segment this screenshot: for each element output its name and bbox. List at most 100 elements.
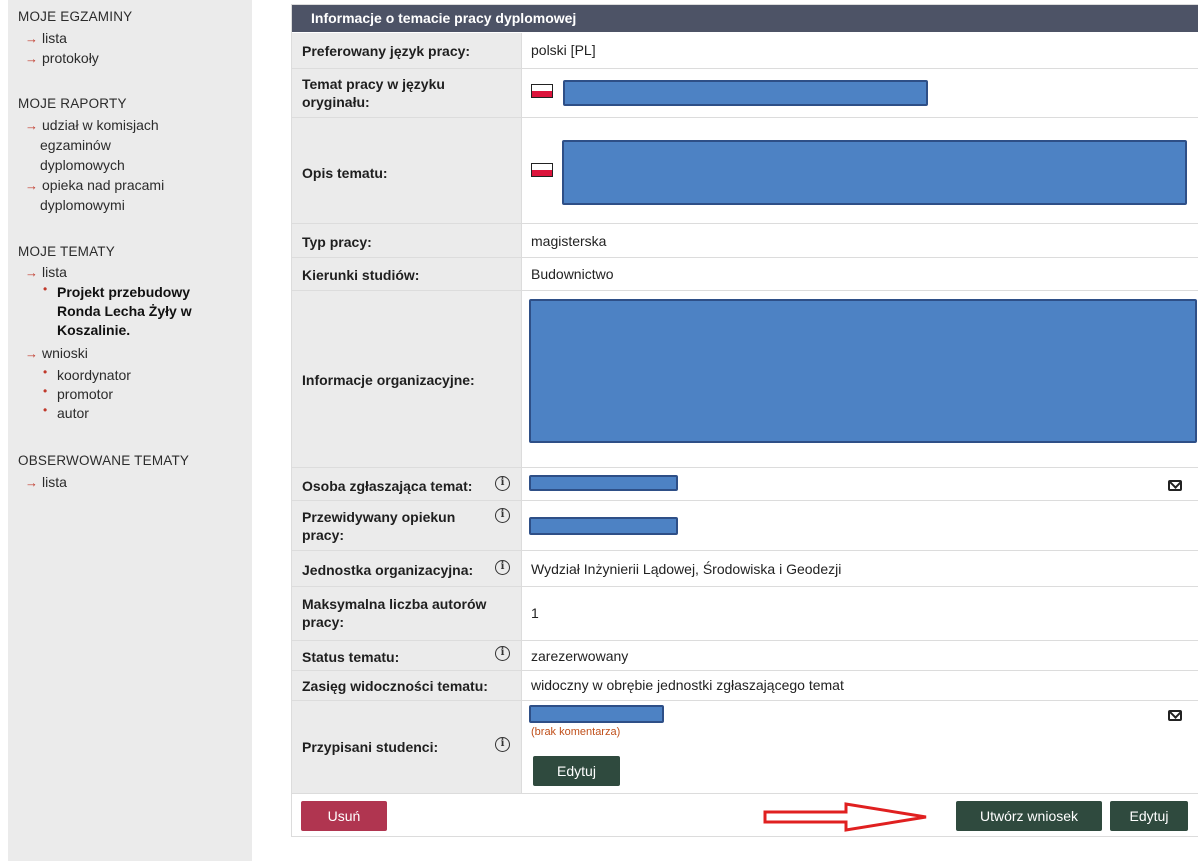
redacted-topic-title xyxy=(563,80,928,106)
row-label-cell: Kierunki studiów: xyxy=(292,258,522,290)
label-info-org: Informacje organizacyjne: xyxy=(302,372,475,388)
row-zasieg: Zasięg widoczności tematu: widoczny w ob… xyxy=(292,671,1198,701)
label-opiekun-cont: pracy: xyxy=(302,527,345,543)
info-icon[interactable]: i xyxy=(495,646,510,661)
info-icon[interactable]: i xyxy=(495,737,510,752)
row-label-cell: Preferowany język pracy: xyxy=(292,33,522,68)
row-opis: Opis tematu: xyxy=(292,118,1198,224)
annotation-arrow-icon xyxy=(763,802,927,832)
row-kierunki: Kierunki studiów: Budownictwo xyxy=(292,258,1198,291)
row-label-cell: Przewidywany opiekun pracy: i xyxy=(292,501,522,550)
label-status: Status tematu: xyxy=(302,649,400,665)
arrow-right-icon: → xyxy=(25,346,38,361)
row-osoba: Osoba zgłaszająca temat: i xyxy=(292,468,1198,501)
label-zasieg: Zasięg widoczności tematu: xyxy=(302,678,488,694)
redacted-supervisor xyxy=(529,517,678,535)
value-typ: magisterska xyxy=(531,233,607,249)
edit-button[interactable]: Edytuj xyxy=(1110,801,1188,831)
row-typ: Typ pracy: magisterska xyxy=(292,224,1198,258)
flag-pl-icon xyxy=(531,163,553,177)
row-label-cell: Typ pracy: xyxy=(292,224,522,257)
arrow-right-icon: → xyxy=(25,475,38,490)
sidebar-link-wnioski[interactable]: → wnioski xyxy=(25,343,88,364)
sidebar-link-protokoly[interactable]: → protokoły xyxy=(25,48,99,69)
value-kierunki: Budownictwo xyxy=(531,266,614,282)
delete-button[interactable]: Usuń xyxy=(301,801,387,831)
arrow-right-icon: → xyxy=(25,178,38,193)
sidebar-item-promotor[interactable]: • promotor xyxy=(43,384,113,404)
arrow-right-icon: → xyxy=(25,265,38,280)
label-opiekun: Przewidywany opiekun xyxy=(302,509,456,525)
info-icon[interactable]: i xyxy=(495,508,510,523)
row-temat: Temat pracy w języku oryginału: xyxy=(292,69,1198,118)
value-status: zarezerwowany xyxy=(531,648,629,664)
label-jezyk: Preferowany język pracy: xyxy=(302,43,471,59)
sidebar-item-koordynator[interactable]: • koordynator xyxy=(43,365,131,385)
label-temat-cont: oryginału: xyxy=(302,94,370,110)
arrow-right-icon: → xyxy=(25,51,38,66)
arrow-right-icon: → xyxy=(25,118,38,133)
section-title-tematy: MOJE TEMATY xyxy=(18,244,115,259)
value-zasieg: widoczny w obrębie jednostki zgłaszające… xyxy=(531,677,844,693)
sidebar: MOJE EGZAMINY → lista → protokoły MOJE RAP… xyxy=(8,0,252,861)
info-icon[interactable]: i xyxy=(495,560,510,575)
redacted-student xyxy=(529,705,664,723)
sidebar-link-obserwowane-lista[interactable]: → lista xyxy=(25,472,67,493)
sidebar-item-autor[interactable]: • autor xyxy=(43,403,89,423)
row-label-cell: Zasięg widoczności tematu: xyxy=(292,671,522,700)
panel-title: Informacje o temacie pracy dyplomowej xyxy=(311,10,577,26)
row-label-cell: Informacje organizacyjne: xyxy=(292,291,522,467)
info-icon[interactable]: i xyxy=(495,476,510,491)
section-title-raporty: MOJE RAPORTY xyxy=(18,96,127,111)
row-label-cell: Przypisani studenci: i xyxy=(292,701,522,793)
sidebar-link-opieka-cont[interactable]: dyplomowymi xyxy=(40,195,125,215)
sidebar-link-udzial-komisje-cont[interactable]: dyplomowych xyxy=(40,155,125,175)
row-label-cell: Jednostka organizacyjna: i xyxy=(292,551,522,586)
bullet-icon: • xyxy=(43,403,48,417)
student-comment: (brak komentarza) xyxy=(531,726,621,738)
row-status: Status tematu: i zarezerwowany xyxy=(292,641,1198,671)
label-kierunki: Kierunki studiów: xyxy=(302,267,420,283)
sidebar-current-topic[interactable]: • Projekt przebudowy Ronda Lecha Żyły w … xyxy=(43,282,192,340)
label-typ: Typ pracy: xyxy=(302,234,372,250)
sidebar-link-udzial-komisje[interactable]: → udział w komisjach xyxy=(25,115,159,136)
row-label-cell: Status tematu: i xyxy=(292,641,522,670)
row-jezyk: Preferowany język pracy: polski [PL] xyxy=(292,33,1198,69)
section-title-egzaminy: MOJE EGZAMINY xyxy=(18,9,133,24)
mail-icon[interactable] xyxy=(1168,710,1182,721)
sidebar-link-opieka[interactable]: → opieka nad pracami xyxy=(25,175,164,196)
panel-header: Informacje o temacie pracy dyplomowej xyxy=(292,5,1198,32)
bullet-icon: • xyxy=(43,365,48,379)
row-info-org: Informacje organizacyjne: xyxy=(292,291,1198,468)
value-jednostka: Wydział Inżynierii Lądowej, Środowiska i… xyxy=(531,561,842,577)
flag-pl-icon xyxy=(531,84,553,98)
label-jednostka: Jednostka organizacyjna: xyxy=(302,562,474,578)
section-title-obserwowane: OBSERWOWANE TEMATY xyxy=(18,453,190,468)
label-temat: Temat pracy w języku xyxy=(302,76,445,92)
label-osoba: Osoba zgłaszająca temat: xyxy=(302,478,473,494)
bullet-icon: • xyxy=(43,384,48,398)
arrow-right-icon: → xyxy=(25,31,38,46)
row-studenci: Przypisani studenci: i (brak komentarza)… xyxy=(292,701,1198,794)
row-label-cell: Temat pracy w języku oryginału: xyxy=(292,69,522,117)
sidebar-link-egzaminy-lista[interactable]: → lista xyxy=(25,28,67,49)
value-maks: 1 xyxy=(531,605,539,621)
edit-students-button[interactable]: Edytuj xyxy=(533,756,620,786)
redacted-topic-description xyxy=(562,140,1187,205)
row-maks: Maksymalna liczba autorów pracy: 1 xyxy=(292,587,1198,641)
row-label-cell: Osoba zgłaszająca temat: i xyxy=(292,468,522,500)
bullet-icon: • xyxy=(43,282,48,296)
label-maks-cont: pracy: xyxy=(302,614,345,630)
value-jezyk: polski [PL] xyxy=(531,42,596,58)
label-studenci: Przypisani studenci: xyxy=(302,739,439,755)
row-label-cell: Maksymalna liczba autorów pracy: xyxy=(292,587,522,640)
topic-info-panel: Informacje o temacie pracy dyplomowej Pr… xyxy=(291,4,1198,837)
label-maks: Maksymalna liczba autorów xyxy=(302,596,487,612)
sidebar-link-udzial-komisje-cont[interactable]: egzaminów xyxy=(40,135,111,155)
label-opis: Opis tematu: xyxy=(302,165,388,181)
row-opiekun: Przewidywany opiekun pracy: i xyxy=(292,501,1198,551)
redacted-person xyxy=(529,475,678,491)
row-jednostka: Jednostka organizacyjna: i Wydział Inżyn… xyxy=(292,551,1198,587)
create-request-button[interactable]: Utwórz wniosek xyxy=(956,801,1102,831)
mail-icon[interactable] xyxy=(1168,480,1182,491)
